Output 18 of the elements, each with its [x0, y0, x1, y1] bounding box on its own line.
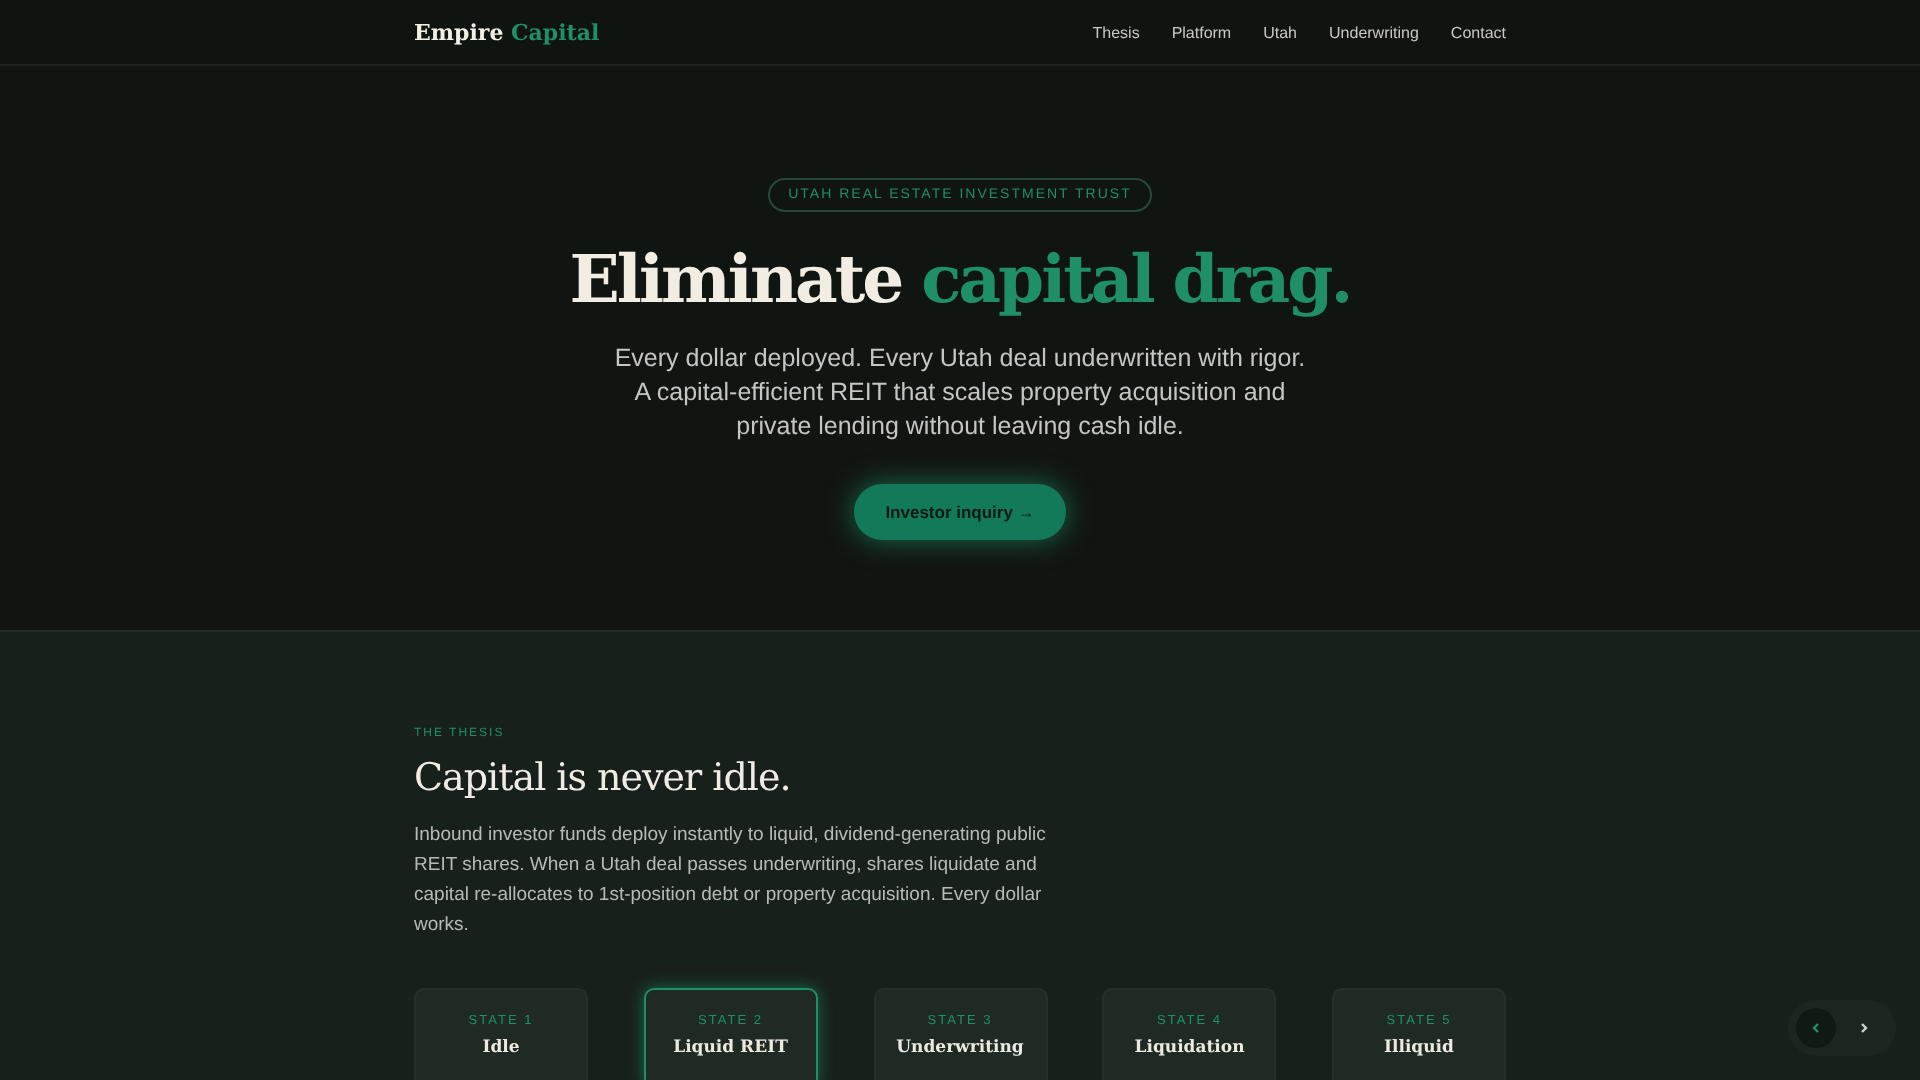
state-name: Idle: [482, 1038, 520, 1058]
pager-dot[interactable]: [1796, 1008, 1836, 1048]
brand-logo[interactable]: Empire Capital: [414, 19, 600, 45]
nav-link[interactable]: Thesis: [1092, 23, 1140, 41]
nav-link[interactable]: Contact: [1450, 23, 1506, 41]
state-name: Illiquid: [1384, 1038, 1454, 1058]
state-name: Underwriting: [896, 1038, 1024, 1058]
hero-title: Eliminate capital drag.: [569, 240, 1351, 318]
section-heading: Capital is never idle.: [414, 756, 793, 800]
chevron-left-icon: [1810, 1022, 1822, 1034]
section-description: Inbound investor funds deploy instantly to liquid, dividend-generating public REIT shares. When a Utah deal passes underwriting, shares liquidate and capital re-allocates to 1st-position debt or property acquisition. Every dollar works.: [414, 822, 1048, 940]
nav-link[interactable]: Underwriting: [1329, 23, 1419, 41]
state-name: Liquidation: [1134, 1038, 1245, 1058]
state-name: Liquid REIT: [673, 1038, 788, 1058]
nav-link[interactable]: Platform: [1171, 23, 1232, 41]
chevron-right-icon: [1858, 1022, 1870, 1034]
hero-description: Every dollar deployed. Every Utah deal underwritten with rigor. A capital-efficient REIT that scales property acquisition and private lending without leaving cash idle.: [612, 342, 1308, 444]
nav-link[interactable]: Utah: [1263, 23, 1298, 41]
